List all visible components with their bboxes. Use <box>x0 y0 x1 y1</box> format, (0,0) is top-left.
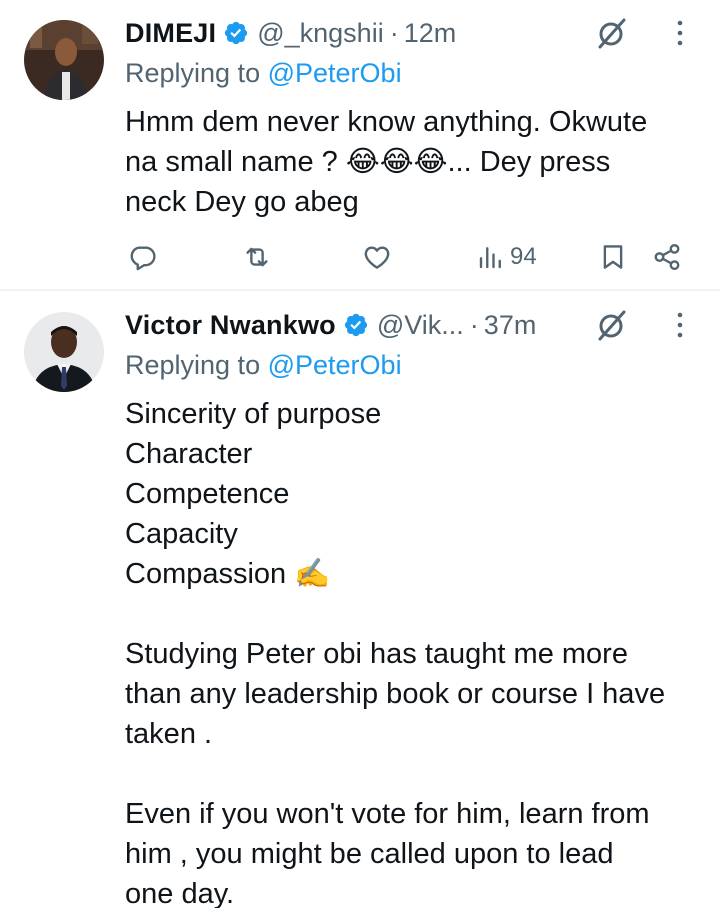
tweet-text-line: na small name ? 😂😂😂... Dey press <box>125 146 611 178</box>
user-handle[interactable]: @_kngshii <box>257 18 383 49</box>
retweet-icon <box>246 247 268 267</box>
grok-icon[interactable] <box>595 16 629 50</box>
views-count: 94 <box>510 243 537 270</box>
views-button[interactable]: 94 <box>476 240 537 274</box>
mention-link[interactable]: @PeterObi <box>268 350 402 380</box>
like-icon <box>364 246 390 269</box>
tweet-text-line: him , you might be called upon to lead <box>125 838 614 870</box>
tweet-text-line: Capacity <box>125 518 238 550</box>
tweet-text-line: Competence <box>125 478 290 510</box>
verified-badge-icon <box>344 313 367 337</box>
separator-dot: · <box>469 309 479 340</box>
replying-to-label: Replying to <box>125 350 261 380</box>
tweet-text-line: Sincerity of purpose <box>125 398 382 430</box>
tweet-text-line: neck Dey go abeg <box>125 186 359 218</box>
replying-to-label: Replying to <box>125 58 261 88</box>
display-name[interactable]: Victor Nwankwo <box>125 310 336 341</box>
timestamp[interactable]: 37m <box>484 310 537 341</box>
tweet-text-line: taken . <box>125 718 213 750</box>
replying-to: Replying to @PeterObi <box>125 58 402 89</box>
tweet-header: Victor Nwankwo @Vik... · 37m <box>125 306 700 344</box>
avatar[interactable] <box>24 20 104 100</box>
grok-icon[interactable] <box>595 308 629 342</box>
tweet-text-line: Compassion ✍️ <box>125 558 331 590</box>
share-button[interactable] <box>652 240 682 274</box>
more-icon[interactable] <box>673 310 687 340</box>
bookmark-button[interactable] <box>598 240 628 274</box>
tweet-text-line: than any leadership book or course I hav… <box>125 678 666 710</box>
tweet-header: DIMEJI @_kngshii · 12m <box>125 14 700 52</box>
user-handle[interactable]: @Vik... <box>377 310 464 341</box>
mention-link[interactable]: @PeterObi <box>268 58 402 88</box>
tweet[interactable]: Victor Nwankwo @Vik... · 37m Replying to… <box>0 290 720 908</box>
like-button[interactable] <box>362 240 392 274</box>
verified-badge-icon <box>225 21 248 45</box>
tweet-text-line: Hmm dem never know anything. Okwute <box>125 106 648 138</box>
tweet-text-line: Character <box>125 438 253 470</box>
views-icon <box>479 247 501 269</box>
avatar[interactable] <box>24 312 104 392</box>
tweet[interactable]: DIMEJI @_kngshii · 12m Replying to @Pete… <box>0 0 720 290</box>
tweet-text-line: Even if you won't vote for him, learn fr… <box>125 798 650 830</box>
action-bar: 94 <box>0 240 720 274</box>
tweet-text: Sincerity of purpose Character Competenc… <box>125 394 702 908</box>
tweet-text-line: one day. <box>125 878 235 908</box>
separator-dot: · <box>389 17 399 48</box>
tweet-text: Hmm dem never know anything. Okwute na s… <box>125 102 702 222</box>
bookmark-icon <box>603 245 623 269</box>
retweet-button[interactable] <box>242 240 272 274</box>
share-icon <box>654 243 680 271</box>
reply-button[interactable] <box>128 240 158 274</box>
replying-to: Replying to @PeterObi <box>125 350 402 381</box>
timestamp[interactable]: 12m <box>404 18 457 49</box>
tweet-text-line: Studying Peter obi has taught me more <box>125 638 628 670</box>
more-icon[interactable] <box>673 18 687 48</box>
reply-icon <box>130 246 156 271</box>
display-name[interactable]: DIMEJI <box>125 18 216 49</box>
